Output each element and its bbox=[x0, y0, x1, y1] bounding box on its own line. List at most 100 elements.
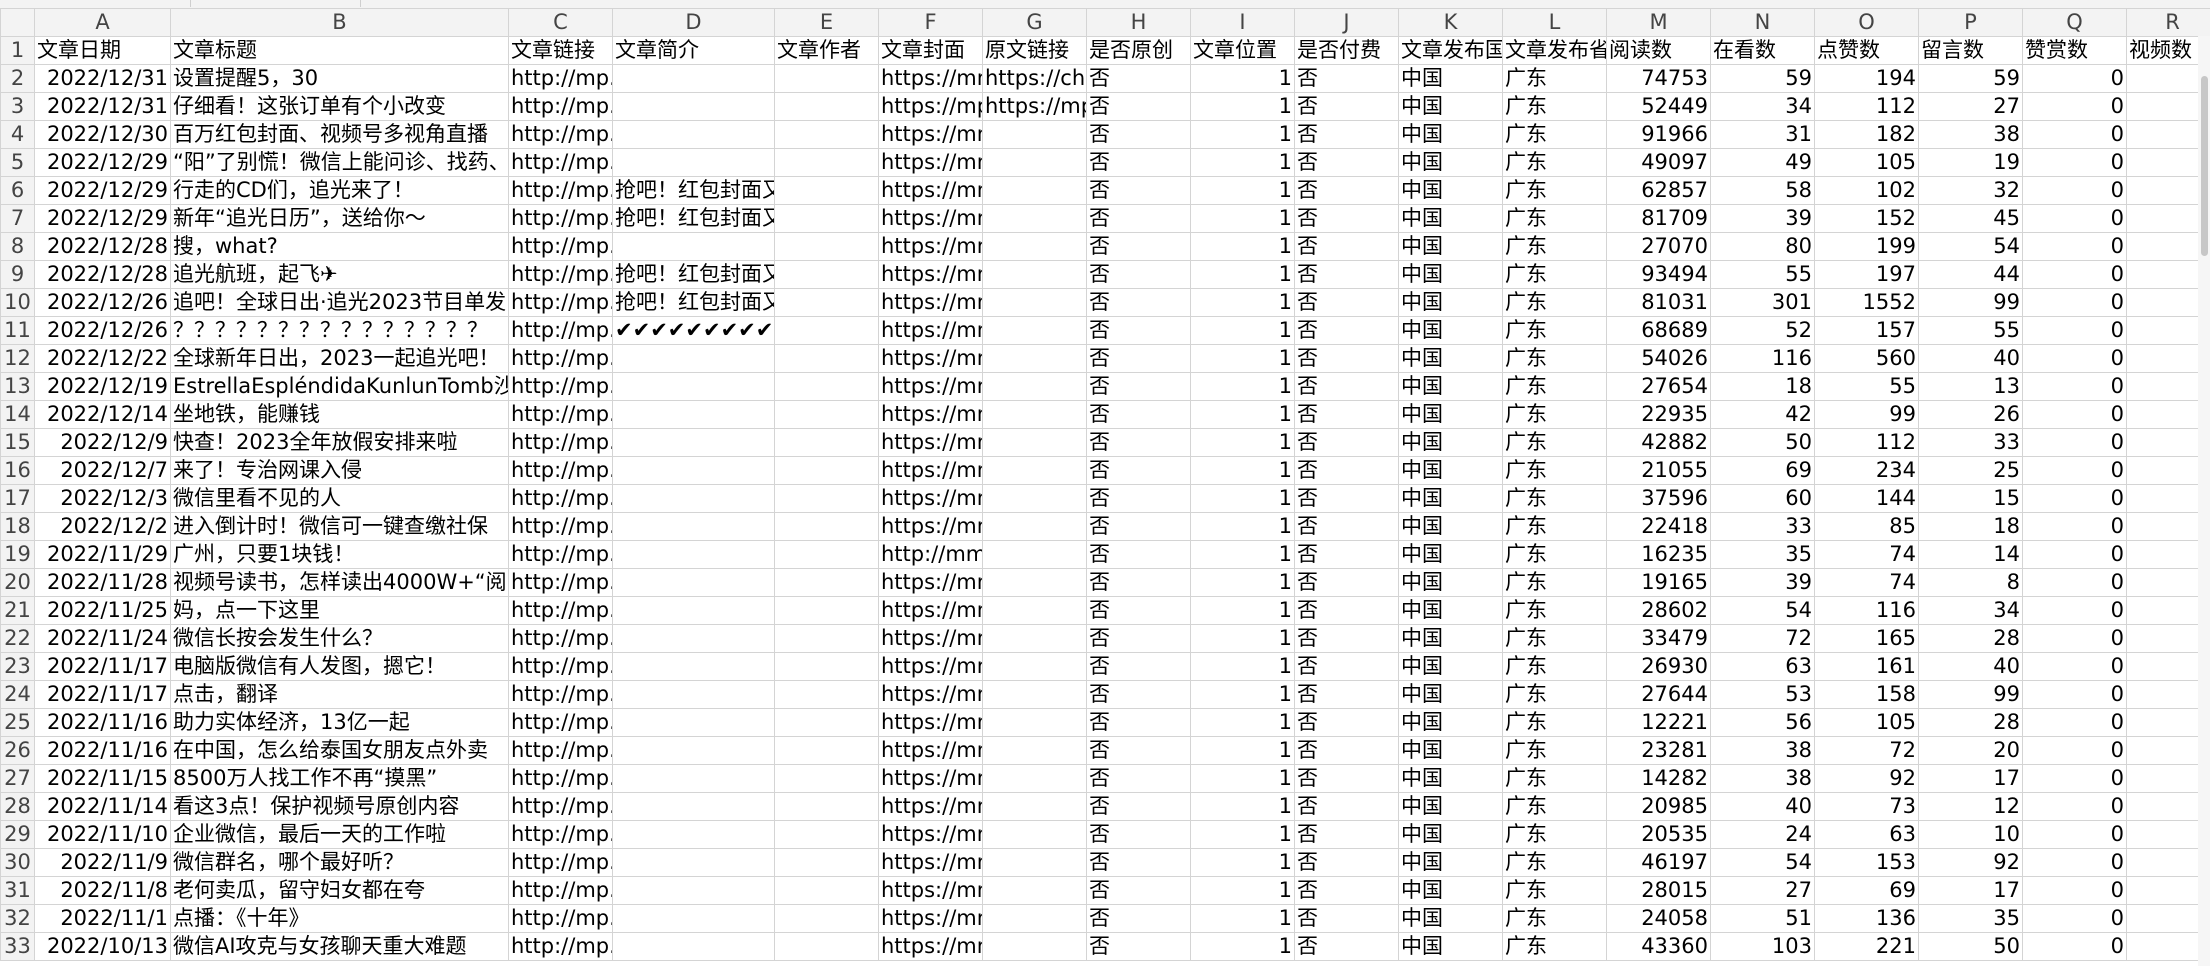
row-number[interactable]: 25 bbox=[0, 708, 35, 737]
table-cell[interactable] bbox=[612, 624, 775, 653]
table-cell[interactable]: 2022/12/29 bbox=[34, 148, 171, 177]
table-cell[interactable]: 广东 bbox=[1502, 540, 1607, 569]
column-header[interactable]: R bbox=[2126, 8, 2210, 37]
table-cell[interactable]: 1 bbox=[1190, 456, 1295, 485]
table-cell[interactable]: EstrellaEspléndidaKunlunTomb沙漠之 bbox=[170, 372, 509, 401]
table-cell[interactable]: 42 bbox=[1710, 400, 1815, 429]
table-cell[interactable]: 27070 bbox=[1606, 232, 1711, 261]
table-cell[interactable]: https://mmbiz.qpic.cn bbox=[878, 120, 983, 149]
table-cell[interactable]: 26 bbox=[1918, 400, 2023, 429]
table-cell[interactable]: 否 bbox=[1294, 204, 1399, 233]
table-cell[interactable] bbox=[982, 652, 1087, 681]
table-cell[interactable]: 199 bbox=[1814, 232, 1919, 261]
table-cell[interactable]: 182 bbox=[1814, 120, 1919, 149]
row-number[interactable]: 6 bbox=[0, 176, 35, 205]
header-cell[interactable]: 文章发布省 bbox=[1502, 36, 1607, 65]
table-cell[interactable] bbox=[612, 540, 775, 569]
table-cell[interactable]: 广东 bbox=[1502, 904, 1607, 933]
table-cell[interactable]: 92 bbox=[1814, 764, 1919, 793]
table-cell[interactable]: 27 bbox=[1710, 876, 1815, 905]
table-cell[interactable]: 广东 bbox=[1502, 148, 1607, 177]
header-cell[interactable]: 文章简介 bbox=[612, 36, 775, 65]
table-cell[interactable]: 否 bbox=[1294, 176, 1399, 205]
table-cell[interactable] bbox=[612, 680, 775, 709]
table-cell[interactable]: 158 bbox=[1814, 680, 1919, 709]
table-cell[interactable]: 42882 bbox=[1606, 428, 1711, 457]
table-cell[interactable]: 微信里看不见的人 bbox=[170, 484, 509, 513]
row-number[interactable]: 5 bbox=[0, 148, 35, 177]
table-cell[interactable]: 否 bbox=[1294, 484, 1399, 513]
column-header[interactable]: E bbox=[774, 8, 879, 37]
column-header[interactable]: K bbox=[1398, 8, 1503, 37]
table-cell[interactable] bbox=[982, 232, 1087, 261]
table-cell[interactable]: 电脑版微信有人发图，摁它！ bbox=[170, 652, 509, 681]
table-cell[interactable]: 14282 bbox=[1606, 764, 1711, 793]
table-cell[interactable]: 2022/11/15 bbox=[34, 764, 171, 793]
table-cell[interactable]: 视频号读书，怎样读出4000W+“阅 bbox=[170, 568, 509, 597]
table-cell[interactable]: https://mmbiz.qpic.cn bbox=[878, 400, 983, 429]
table-cell[interactable]: 否 bbox=[1294, 344, 1399, 373]
table-cell[interactable]: 1 bbox=[1190, 260, 1295, 289]
row-number[interactable]: 8 bbox=[0, 232, 35, 261]
table-cell[interactable]: 中国 bbox=[1398, 876, 1503, 905]
table-cell[interactable]: 抢吧！红包封面又来啦 bbox=[612, 260, 775, 289]
table-cell[interactable]: 否 bbox=[1294, 120, 1399, 149]
row-number[interactable]: 22 bbox=[0, 624, 35, 653]
table-cell[interactable]: 否 bbox=[1294, 708, 1399, 737]
table-cell[interactable]: 0 bbox=[2022, 512, 2127, 541]
table-cell[interactable]: https://mmbiz.qpic.cn bbox=[878, 232, 983, 261]
column-header[interactable]: M bbox=[1606, 8, 1711, 37]
table-cell[interactable]: 39 bbox=[1710, 204, 1815, 233]
table-cell[interactable] bbox=[774, 512, 879, 541]
table-cell[interactable]: 广东 bbox=[1502, 92, 1607, 121]
table-cell[interactable]: 否 bbox=[1294, 232, 1399, 261]
table-cell[interactable]: 中国 bbox=[1398, 120, 1503, 149]
table-cell[interactable]: 165 bbox=[1814, 624, 1919, 653]
table-cell[interactable]: 点播：《十年》 bbox=[170, 904, 509, 933]
table-cell[interactable]: http://mp.weixin.qq.com/s?__biz=MjM bbox=[508, 344, 613, 373]
table-cell[interactable]: 54 bbox=[1710, 596, 1815, 625]
table-cell[interactable]: 194 bbox=[1814, 64, 1919, 93]
row-number[interactable]: 17 bbox=[0, 484, 35, 513]
table-cell[interactable]: 否 bbox=[1294, 288, 1399, 317]
table-cell[interactable]: 否 bbox=[1086, 64, 1191, 93]
table-cell[interactable]: 80 bbox=[1710, 232, 1815, 261]
table-cell[interactable] bbox=[774, 456, 879, 485]
table-cell[interactable]: 58 bbox=[1710, 176, 1815, 205]
table-cell[interactable] bbox=[774, 64, 879, 93]
row-number[interactable]: 11 bbox=[0, 316, 35, 345]
table-cell[interactable]: 69 bbox=[1710, 456, 1815, 485]
table-cell[interactable]: https://mmbiz.qpic.cn bbox=[878, 848, 983, 877]
table-cell[interactable]: 否 bbox=[1294, 596, 1399, 625]
table-cell[interactable]: 广东 bbox=[1502, 932, 1607, 961]
table-cell[interactable] bbox=[612, 372, 775, 401]
table-cell[interactable]: 1 bbox=[1190, 288, 1295, 317]
table-cell[interactable]: 1 bbox=[1190, 92, 1295, 121]
table-cell[interactable]: 1 bbox=[1190, 316, 1295, 345]
row-number[interactable]: 13 bbox=[0, 372, 35, 401]
table-cell[interactable]: 560 bbox=[1814, 344, 1919, 373]
table-cell[interactable]: 否 bbox=[1294, 512, 1399, 541]
row-number[interactable]: 27 bbox=[0, 764, 35, 793]
table-cell[interactable]: https://mmbiz.qpic.cn bbox=[878, 596, 983, 625]
table-cell[interactable]: 否 bbox=[1086, 764, 1191, 793]
table-cell[interactable]: http://mp.weixin.qq.com/s?__biz=MjM bbox=[508, 736, 613, 765]
table-cell[interactable]: 否 bbox=[1086, 876, 1191, 905]
table-cell[interactable]: 112 bbox=[1814, 428, 1919, 457]
table-cell[interactable]: 1 bbox=[1190, 64, 1295, 93]
table-cell[interactable]: 44 bbox=[1918, 260, 2023, 289]
table-cell[interactable]: https://mmbiz.qpic.cn bbox=[878, 428, 983, 457]
table-cell[interactable] bbox=[982, 736, 1087, 765]
select-all-corner[interactable] bbox=[0, 8, 35, 37]
table-cell[interactable]: 34 bbox=[1710, 92, 1815, 121]
table-cell[interactable]: 快查！2023全年放假安排来啦 bbox=[170, 428, 509, 457]
table-cell[interactable] bbox=[774, 568, 879, 597]
table-cell[interactable] bbox=[982, 148, 1087, 177]
table-cell[interactable]: 否 bbox=[1086, 260, 1191, 289]
table-cell[interactable]: 1 bbox=[1190, 792, 1295, 821]
table-cell[interactable]: 55 bbox=[1814, 372, 1919, 401]
row-number[interactable]: 20 bbox=[0, 568, 35, 597]
column-header[interactable]: J bbox=[1294, 8, 1399, 37]
table-cell[interactable]: 1 bbox=[1190, 820, 1295, 849]
table-cell[interactable] bbox=[982, 876, 1087, 905]
